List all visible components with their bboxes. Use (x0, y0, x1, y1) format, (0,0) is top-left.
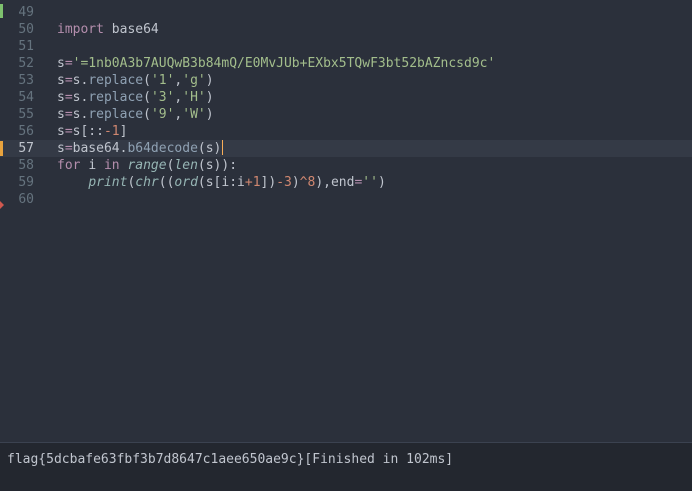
code-line[interactable]: 56 s=s[::-1] (0, 123, 692, 140)
code-token: '' (362, 175, 378, 190)
code-token: for (57, 158, 89, 173)
line-number: 50 (18, 22, 34, 37)
code-line[interactable]: 55 s=s.replace('9','W') (0, 106, 692, 123)
build-output-panel: flag{5dcbafe63fbf3b7d8647c1aee650ae9c}[F… (0, 442, 692, 491)
line-number: 57 (18, 141, 34, 156)
code-text: s=base64.b64decode(s) (57, 140, 224, 157)
code-token: range (127, 158, 167, 173)
line-number: 53 (18, 73, 34, 88)
code-token: chr (135, 175, 159, 190)
code-token: = (64, 124, 73, 139)
code-token: ),end (315, 175, 355, 190)
code-line[interactable]: 54 s=s.replace('3','H') (0, 89, 692, 106)
line-number: 60 (18, 192, 34, 207)
code-token: ) (291, 175, 300, 190)
code-token: b64decode (127, 141, 198, 156)
code-token: ] (119, 124, 128, 139)
code-text: s=s.replace('3','H') (57, 89, 214, 106)
code-token: = (64, 107, 73, 122)
code-line[interactable]: 53 s=s.replace('1','g') (0, 72, 692, 89)
code-token: i (88, 158, 104, 173)
code-line[interactable]: 49 (0, 4, 692, 21)
code-token: = (64, 90, 73, 105)
code-token: (s) (197, 141, 222, 156)
text-cursor (222, 140, 224, 155)
code-token: replace (88, 90, 144, 105)
line-number: 51 (18, 39, 34, 54)
code-token: ) (377, 175, 386, 190)
breakpoint-marker (0, 201, 4, 209)
build-output-text: flag{5dcbafe63fbf3b7d8647c1aee650ae9c}[F… (7, 452, 454, 467)
code-token: replace (88, 73, 144, 88)
code-token: ( (143, 73, 151, 88)
code-token: (s)): (197, 158, 238, 173)
code-token: ]) (260, 175, 277, 190)
code-token: +1 (244, 175, 261, 190)
code-token: import (57, 22, 112, 37)
code-line[interactable]: 50 import base64 (0, 21, 692, 38)
code-token: base64 (111, 22, 159, 37)
code-text: s=s.replace('9','W') (57, 106, 214, 123)
code-token: ( (143, 107, 151, 122)
code-token: ) (205, 90, 214, 105)
line-number: 54 (18, 90, 34, 105)
code-line[interactable]: 60 (0, 191, 692, 208)
code-token: s[:: (72, 124, 104, 139)
code-token: s. (72, 73, 89, 88)
code-token: ( (143, 90, 151, 105)
code-text: s=s.replace('1','g') (57, 72, 214, 89)
code-line[interactable]: 51 (0, 38, 692, 55)
code-token: (s[i:i (197, 175, 245, 190)
code-token: in (103, 158, 128, 173)
code-text: print(chr((ord(s[i:i+1])-3)^8),end='') (57, 174, 386, 191)
code-token: = (64, 141, 73, 156)
code-token: '9' (150, 107, 175, 122)
code-token: ord (174, 175, 198, 190)
code-token: s (57, 141, 65, 156)
code-token: base64. (72, 141, 128, 156)
code-token: s. (72, 90, 89, 105)
code-token: ) (205, 73, 214, 88)
line-number: 58 (18, 158, 34, 173)
code-line[interactable]: 57 s=base64.b64decode(s) (0, 140, 692, 157)
code-editor[interactable]: 49 50 import base64 51 52 s='=1nb0A3b7AUQwB3b… (0, 0, 692, 442)
code-token: -1 (103, 124, 120, 139)
code-token: s (57, 107, 65, 122)
code-token: s. (72, 107, 89, 122)
code-token: ^8 (299, 175, 316, 190)
code-token: s (57, 124, 65, 139)
line-number: 49 (18, 5, 34, 20)
code-text: s='=1nb0A3b7AUQwB3b84mQ/E0MvJUb+EXbx5TQw… (57, 55, 495, 72)
code-token: = (64, 56, 73, 71)
code-token: = (64, 73, 73, 88)
code-token: 'g' (182, 73, 206, 88)
code-token: '3' (150, 90, 175, 105)
code-token: (( (158, 175, 175, 190)
code-token: -3 (276, 175, 292, 190)
code-token: '1' (150, 73, 175, 88)
code-line[interactable]: 58 for i in range(len(s)): (0, 157, 692, 174)
line-number: 55 (18, 107, 34, 122)
code-text: for i in range(len(s)): (57, 157, 237, 174)
code-text: import base64 (57, 21, 159, 38)
code-text: s=s[::-1] (57, 123, 127, 140)
code-line[interactable]: 52 s='=1nb0A3b7AUQwB3b84mQ/E0MvJUb+EXbx5T… (0, 55, 692, 72)
code-line[interactable]: 59 print(chr((ord(s[i:i+1])-3)^8),end=''… (0, 174, 692, 191)
code-token: s (57, 90, 65, 105)
code-token: 'H' (182, 90, 206, 105)
line-number: 56 (18, 124, 34, 139)
code-token: s (57, 56, 65, 71)
code-token: len (174, 158, 198, 173)
code-token: ) (205, 107, 214, 122)
code-token: 'W' (182, 107, 206, 122)
line-number: 52 (18, 56, 34, 71)
line-number: 59 (18, 175, 34, 190)
code-token: s (57, 73, 65, 88)
code-token: replace (88, 107, 144, 122)
code-token: print (88, 175, 128, 190)
code-token: '=1nb0A3b7AUQwB3b84mQ/E0MvJUb+EXbx5TQwF3… (72, 56, 496, 71)
